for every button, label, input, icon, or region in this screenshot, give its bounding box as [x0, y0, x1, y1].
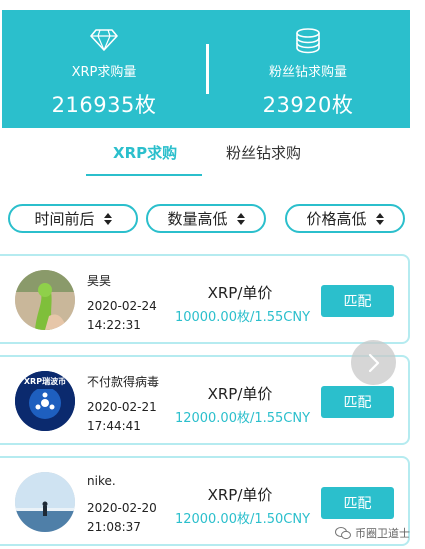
unit-price-label: XRP/单价 — [207, 284, 273, 302]
order-price: 10000.00枚/1.55CNY — [174, 310, 311, 325]
avatar: XRP瑞波币 — [15, 371, 75, 431]
sort-by-time-button[interactable]: 时间前后 — [8, 204, 138, 233]
match-button[interactable]: 匹配 — [321, 386, 394, 418]
stats-header: XRP求购量 216935枚 粉丝钻求购量 23920枚 — [2, 10, 410, 128]
fans-diamond-demand-stat: 粉丝钻求购量 23920枚 — [206, 28, 410, 119]
tab-xrp-buy[interactable]: XRP求购 — [113, 142, 177, 163]
order-price: 12000.00枚/1.50CNY — [174, 512, 311, 527]
buyer-name: nike. — [87, 474, 116, 488]
xrp-demand-stat: XRP求购量 216935枚 — [2, 28, 206, 119]
page-edge — [410, 0, 425, 549]
avatar-caption: XRP瑞波币 — [23, 377, 67, 386]
order-date: 2020-02-21 — [87, 400, 157, 414]
order-datetime: 2020-02-21 17:44:41 — [87, 398, 157, 436]
watermark-text: 币圈卫道士 — [355, 527, 410, 540]
unit-price-label: XRP/单价 — [207, 385, 273, 403]
xrp-demand-label: XRP求购量 — [71, 65, 137, 80]
sort-caret-icon — [236, 212, 245, 225]
sort-by-quantity-button[interactable]: 数量高低 — [146, 204, 266, 233]
order-date: 2020-02-20 — [87, 501, 157, 515]
avatar — [15, 270, 75, 330]
sort-caret-icon — [375, 212, 384, 225]
fans-diamond-demand-value: 23920枚 — [262, 93, 354, 117]
active-tab-indicator — [86, 174, 202, 176]
sort-by-quantity-label: 数量高低 — [167, 210, 228, 228]
xrp-demand-value: 216935枚 — [51, 93, 157, 117]
order-price: 12000.00枚/1.55CNY — [174, 411, 311, 426]
fans-diamond-demand-label: 粉丝钻求购量 — [268, 65, 347, 80]
tab-fans-diamond-buy[interactable]: 粉丝钻求购 — [226, 142, 301, 163]
buyer-name: 昊昊 — [87, 274, 112, 288]
order-datetime: 2020-02-24 14:22:31 — [87, 297, 157, 335]
sort-by-price-label: 价格高低 — [306, 210, 367, 228]
chevron-right-icon — [368, 353, 379, 372]
order-card: 昊昊 2020-02-24 14:22:31 XRP/单价 10000.00枚/… — [0, 254, 410, 344]
coin-stack-icon — [206, 28, 410, 54]
avatar — [15, 472, 75, 532]
order-time: 21:08:37 — [87, 520, 141, 534]
unit-price-label: XRP/单价 — [207, 486, 273, 504]
order-time: 14:22:31 — [87, 318, 141, 332]
order-time: 17:44:41 — [87, 419, 141, 433]
match-button[interactable]: 匹配 — [321, 285, 394, 317]
match-button[interactable]: 匹配 — [321, 487, 394, 519]
wechat-icon — [335, 527, 351, 540]
buyer-name: 不付款得病毒 — [87, 375, 160, 389]
sort-caret-icon — [103, 212, 112, 225]
diamond-icon — [2, 28, 206, 54]
order-date: 2020-02-24 — [87, 299, 157, 313]
next-page-button[interactable] — [351, 340, 396, 385]
sort-by-price-button[interactable]: 价格高低 — [285, 204, 405, 233]
tab-bar: XRP求购 粉丝钻求购 — [0, 138, 410, 178]
order-datetime: 2020-02-20 21:08:37 — [87, 499, 157, 537]
watermark: 币圈卫道士 — [335, 525, 410, 541]
sort-by-time-label: 时间前后 — [34, 210, 95, 228]
order-card: XRP瑞波币 不付款得病毒 2020-02-21 17:44:41 XRP/单价… — [0, 355, 410, 445]
